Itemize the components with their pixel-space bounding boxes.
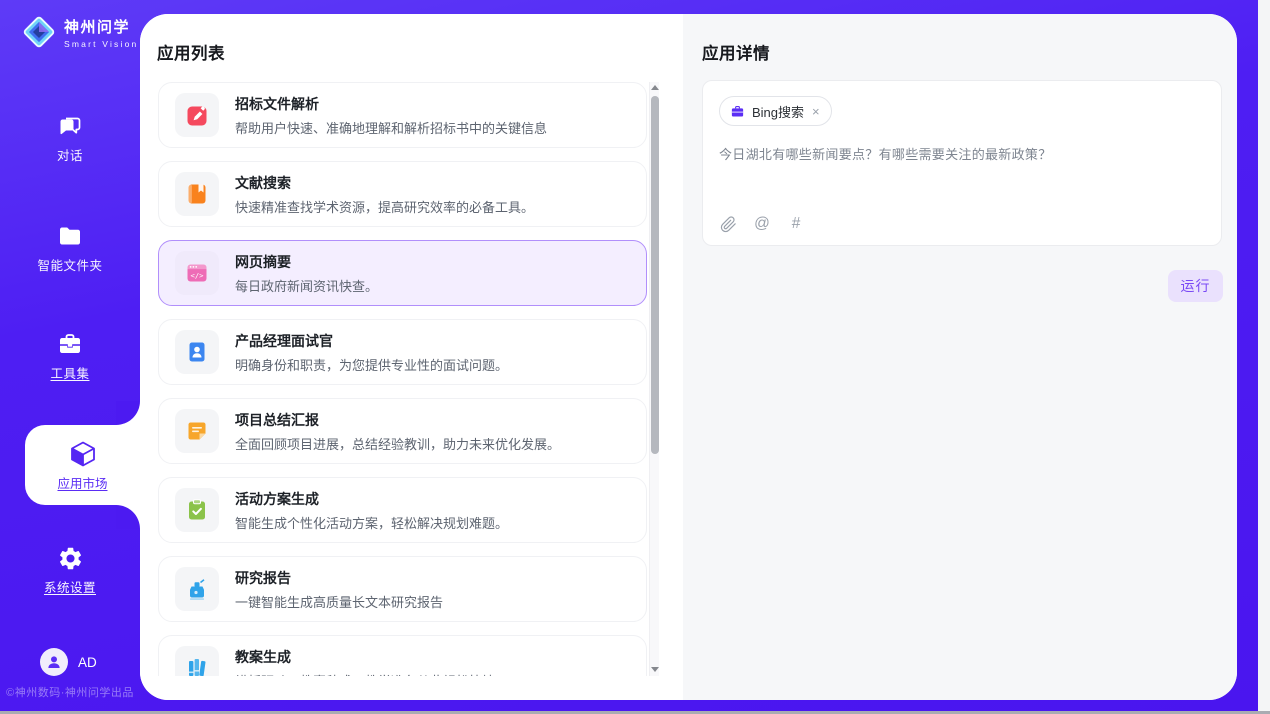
app-description: 快速精准查找学术资源，提高研究效率的必备工具。 xyxy=(235,197,534,216)
clipboard-check-icon xyxy=(184,497,210,523)
list-scrollbar[interactable] xyxy=(649,82,659,676)
paperclip-icon[interactable] xyxy=(719,215,737,233)
webpage-code-icon: </> xyxy=(184,260,210,286)
folder-icon xyxy=(56,222,84,250)
sidebar-item-label: 对话 xyxy=(57,145,83,164)
cube-icon xyxy=(68,439,98,469)
user-account[interactable]: AD xyxy=(40,648,97,676)
scrollbar-thumb[interactable] xyxy=(651,96,659,454)
interviewer-icon xyxy=(184,339,210,365)
brand-subtitle: Smart Vision xyxy=(64,39,138,49)
sidebar-item-smart-folder[interactable]: 智能文件夹 xyxy=(0,222,140,274)
note-icon xyxy=(184,418,210,444)
chip-close-icon[interactable]: × xyxy=(811,104,821,119)
app-window: 神州问学 Smart Vision 对话 智能文件夹 工 xyxy=(0,0,1258,711)
sidebar-item-label: 智能文件夹 xyxy=(37,255,102,274)
svg-text:</>: </> xyxy=(191,271,205,280)
app-title: 网页摘要 xyxy=(235,252,378,272)
app-list-title: 应用列表 xyxy=(157,40,225,64)
research-ink-icon xyxy=(184,576,210,602)
bid-document-icon xyxy=(184,102,210,128)
tab-curve-top xyxy=(116,401,140,425)
at-sign-icon[interactable]: @ xyxy=(753,215,771,233)
sidebar-item-settings[interactable]: 系统设置 xyxy=(0,545,140,596)
sidebar: 神州问学 Smart Vision 对话 智能文件夹 工 xyxy=(0,0,140,711)
app-description: 模板驱动，教案秒成，教学准备从此轻松快捷 xyxy=(235,671,495,677)
app-description: 每日政府新闻资讯快查。 xyxy=(235,276,378,295)
tool-chip-bing-search[interactable]: Bing搜索 × xyxy=(719,96,832,126)
literature-book-icon xyxy=(184,181,210,207)
sidebar-item-toolset[interactable]: 工具集 xyxy=(0,330,140,382)
run-button[interactable]: 运行 xyxy=(1168,270,1223,302)
app-title: 文献搜索 xyxy=(235,173,534,193)
sidebar-item-label: 系统设置 xyxy=(44,577,96,596)
list-item-webpage-summary[interactable]: </> 网页摘要 每日政府新闻资讯快查。 xyxy=(158,240,647,306)
tab-curve-bottom xyxy=(116,505,140,529)
list-item-event-plan-generation[interactable]: 活动方案生成 智能生成个性化活动方案，轻松解决规划难题。 xyxy=(158,477,647,543)
app-list-panel: 应用列表 招标文件解析 帮助用户快速、准确地理解和解析招标书中的关键信息 xyxy=(140,14,683,700)
list-item-lesson-plan-generation[interactable]: 教案生成 模板驱动，教案秒成，教学准备从此轻松快捷 xyxy=(158,635,647,676)
list-item-pm-interviewer[interactable]: 产品经理面试官 明确身份和职责，为您提供专业性的面试问题。 xyxy=(158,319,647,385)
sidebar-item-app-market[interactable]: 应用市场 xyxy=(25,425,140,505)
avatar xyxy=(40,648,68,676)
app-detail-title: 应用详情 xyxy=(702,40,770,64)
app-title: 招标文件解析 xyxy=(235,94,547,114)
list-item-literature-search[interactable]: 文献搜索 快速精准查找学术资源，提高研究效率的必备工具。 xyxy=(158,161,647,227)
prompt-editor[interactable]: Bing搜索 × 今日湖北有哪些新闻要点？有哪些需要关注的最新政策？ @ # xyxy=(702,80,1222,246)
list-item-project-summary[interactable]: 项目总结汇报 全面回顾项目进展，总结经验教训，助力未来优化发展。 xyxy=(158,398,647,464)
list-item-bid-document-analysis[interactable]: 招标文件解析 帮助用户快速、准确地理解和解析招标书中的关键信息 xyxy=(158,82,647,148)
tool-chip-label: Bing搜索 xyxy=(752,102,804,121)
briefcase-icon xyxy=(730,104,745,119)
prompt-input[interactable]: 今日湖北有哪些新闻要点？有哪些需要关注的最新政策？ xyxy=(719,144,1205,163)
app-description: 明确身份和职责，为您提供专业性的面试问题。 xyxy=(235,355,508,374)
app-detail-panel: 应用详情 Bing搜索 × 今日湖北有哪些新闻要点？有哪些需要关注的最新政策？ xyxy=(683,14,1237,700)
input-toolbar: @ # xyxy=(719,215,805,233)
app-description: 帮助用户快速、准确地理解和解析招标书中的关键信息 xyxy=(235,118,547,137)
diamond-logo-icon xyxy=(20,13,58,51)
avatar-icon xyxy=(45,653,63,671)
list-item-research-report[interactable]: 研究报告 一键智能生成高质量长文本研究报告 xyxy=(158,556,647,622)
brand-logo: 神州问学 Smart Vision xyxy=(20,13,138,51)
gear-icon xyxy=(57,545,84,572)
sidebar-item-label: 应用市场 xyxy=(57,473,107,492)
app-title: 教案生成 xyxy=(235,647,495,667)
copyright-text: ©神州数码·神州问学出品 xyxy=(0,684,140,700)
user-initials: AD xyxy=(78,655,97,670)
content-card: 应用列表 招标文件解析 帮助用户快速、准确地理解和解析招标书中的关键信息 xyxy=(140,14,1237,700)
app-title: 产品经理面试官 xyxy=(235,331,508,351)
app-title: 项目总结汇报 xyxy=(235,410,560,430)
brand-name: 神州问学 xyxy=(64,16,138,37)
app-title: 研究报告 xyxy=(235,568,443,588)
app-description: 智能生成个性化活动方案，轻松解决规划难题。 xyxy=(235,513,508,532)
sidebar-item-chat[interactable]: 对话 xyxy=(0,112,140,164)
hash-icon[interactable]: # xyxy=(787,215,805,233)
app-description: 一键智能生成高质量长文本研究报告 xyxy=(235,592,443,611)
scroll-down-arrow-icon[interactable] xyxy=(651,665,659,673)
app-list: 招标文件解析 帮助用户快速、准确地理解和解析招标书中的关键信息 文献搜索 xyxy=(158,82,647,676)
app-title: 活动方案生成 xyxy=(235,489,508,509)
scroll-up-arrow-icon[interactable] xyxy=(651,84,659,92)
lesson-books-icon xyxy=(184,655,210,676)
app-description: 全面回顾项目进展，总结经验教训，助力未来优化发展。 xyxy=(235,434,560,453)
toolbox-icon xyxy=(56,330,84,358)
sidebar-item-label: 工具集 xyxy=(50,363,89,382)
chat-icon xyxy=(56,112,84,140)
